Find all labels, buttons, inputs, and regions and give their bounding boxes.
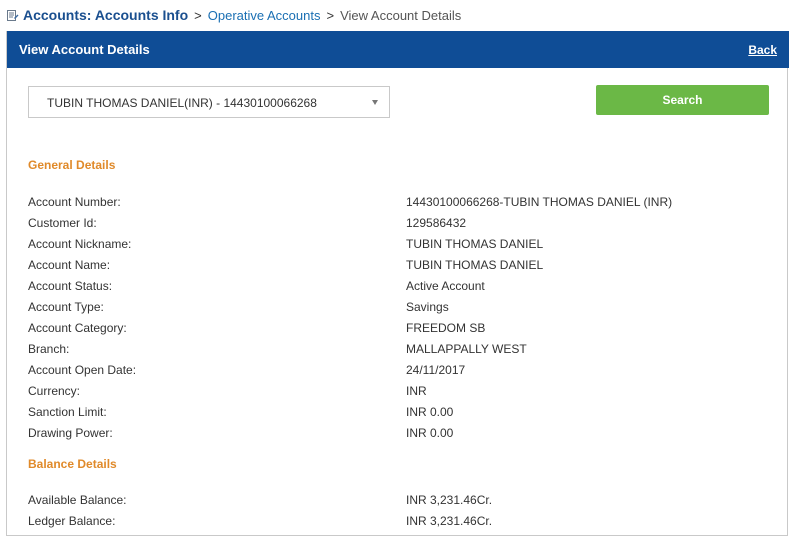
detail-label: Account Type: bbox=[28, 300, 104, 314]
breadcrumb-operative-accounts[interactable]: Operative Accounts bbox=[208, 8, 321, 23]
detail-row: Account Number: 14430100066268-TUBIN THOM… bbox=[28, 195, 768, 216]
detail-label: Account Name: bbox=[28, 258, 111, 272]
detail-row: Account Open Date: 24/11/2017 bbox=[28, 363, 768, 384]
detail-row: Currency: INR bbox=[28, 384, 768, 405]
detail-row: Sanction Limit: INR 0.00 bbox=[28, 405, 768, 426]
detail-value: Savings bbox=[406, 300, 449, 314]
account-select[interactable]: TUBIN THOMAS DANIEL(INR) - 1443010006626… bbox=[28, 86, 390, 118]
chevron-down-icon bbox=[372, 100, 378, 105]
balance-details-title: Balance Details bbox=[28, 457, 117, 471]
panel-title: View Account Details bbox=[19, 42, 150, 57]
detail-label: Ledger Balance: bbox=[28, 514, 116, 528]
detail-label: Sanction Limit: bbox=[28, 405, 107, 419]
detail-label: Account Nickname: bbox=[28, 237, 132, 251]
detail-row: Account Name: TUBIN THOMAS DANIEL bbox=[28, 258, 768, 279]
panel-header: View Account Details Back bbox=[7, 31, 789, 68]
detail-row: Branch: MALLAPPALLY WEST bbox=[28, 342, 768, 363]
detail-value: INR 3,231.46Cr. bbox=[406, 514, 493, 528]
detail-label: Available Balance: bbox=[28, 493, 127, 507]
general-details-title: General Details bbox=[28, 158, 116, 172]
account-select-value: TUBIN THOMAS DANIEL(INR) - 1443010006626… bbox=[47, 96, 317, 110]
detail-value: INR 0.00 bbox=[406, 426, 454, 440]
detail-label: Account Category: bbox=[28, 321, 127, 335]
detail-label: Drawing Power: bbox=[28, 426, 113, 440]
detail-row: Account Nickname: TUBIN THOMAS DANIEL bbox=[28, 237, 768, 258]
detail-row: Account Category: FREEDOM SB bbox=[28, 321, 768, 342]
detail-value: 14430100066268-TUBIN THOMAS DANIEL (INR) bbox=[406, 195, 673, 209]
detail-value: TUBIN THOMAS DANIEL bbox=[406, 258, 544, 272]
detail-value: INR 3,231.46Cr. bbox=[406, 493, 493, 507]
detail-label: Branch: bbox=[28, 342, 70, 356]
detail-label: Customer Id: bbox=[28, 216, 97, 230]
detail-row: Available Balance: INR 3,231.46Cr. bbox=[28, 493, 768, 514]
detail-row: Ledger Balance: INR 3,231.46Cr. bbox=[28, 514, 768, 535]
detail-row: Customer Id: 129586432 bbox=[28, 216, 768, 237]
page: Accounts: Accounts Info > Operative Acco… bbox=[0, 0, 793, 548]
account-details-panel: View Account Details Back TUBIN THOMAS D… bbox=[6, 31, 789, 536]
detail-value: TUBIN THOMAS DANIEL bbox=[406, 237, 544, 251]
detail-row: Account Status: Active Account bbox=[28, 279, 768, 300]
breadcrumb-current: View Account Details bbox=[340, 7, 462, 23]
search-button[interactable]: Search bbox=[596, 85, 769, 115]
back-link[interactable]: Back bbox=[748, 43, 777, 57]
detail-value: Active Account bbox=[406, 279, 485, 293]
detail-label: Account Open Date: bbox=[28, 363, 137, 377]
detail-row: Account Type: Savings bbox=[28, 300, 768, 321]
document-icon bbox=[6, 9, 19, 22]
detail-label: Currency: bbox=[28, 384, 81, 398]
detail-value: MALLAPPALLY WEST bbox=[406, 342, 527, 356]
breadcrumb-root[interactable]: Accounts: Accounts Info bbox=[23, 7, 188, 23]
breadcrumb-separator: > bbox=[194, 7, 202, 23]
breadcrumb: Accounts: Accounts Info > Operative Acco… bbox=[0, 0, 793, 30]
detail-value: 24/11/2017 bbox=[406, 363, 466, 377]
detail-value: 129586432 bbox=[406, 216, 467, 230]
detail-value: INR 0.00 bbox=[406, 405, 454, 419]
detail-label: Account Number: bbox=[28, 195, 121, 209]
detail-value: INR bbox=[406, 384, 427, 398]
detail-row: Drawing Power: INR 0.00 bbox=[28, 426, 768, 447]
detail-label: Account Status: bbox=[28, 279, 113, 293]
detail-value: FREEDOM SB bbox=[406, 321, 486, 335]
breadcrumb-separator: > bbox=[326, 7, 335, 23]
